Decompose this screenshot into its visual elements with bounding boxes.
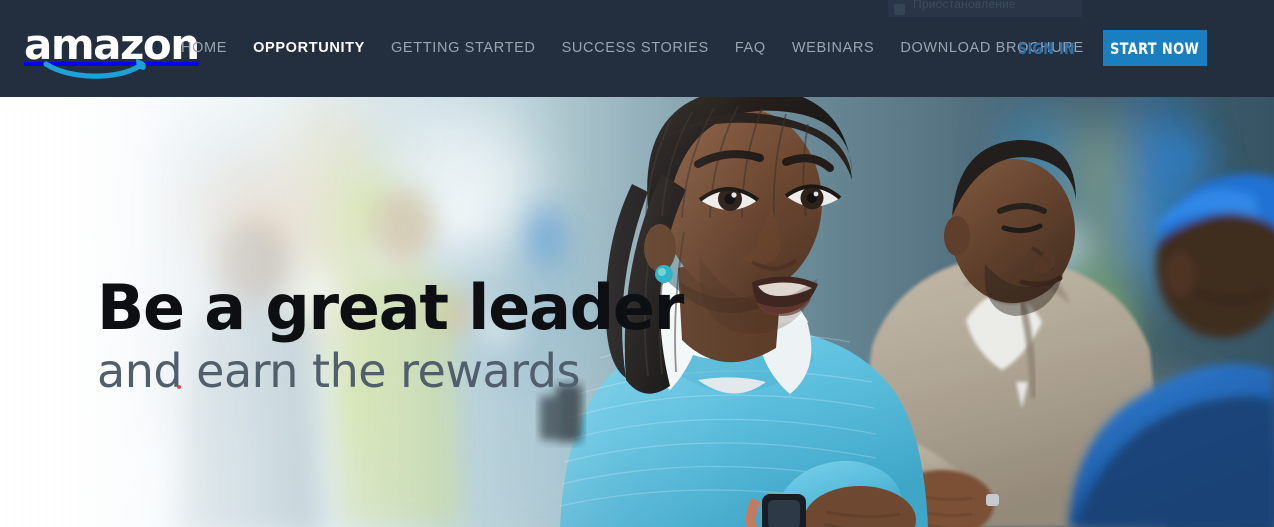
nav-item-getting-started[interactable]: GETTING STARTED (391, 40, 536, 56)
hero-copy: Be a great leader and earn the rewards (97, 271, 717, 399)
page-root: amazon HOME OPPORTUNITY GETTING STARTED … (0, 0, 1274, 527)
start-now-button[interactable]: START NOW (1103, 30, 1207, 66)
sign-in-link[interactable]: SIGN IN (1018, 39, 1075, 58)
amazon-logo[interactable]: amazon (24, 23, 200, 79)
start-now-button-label: START NOW (1110, 38, 1200, 58)
nav-item-success-stories[interactable]: SUCCESS STORIES (562, 40, 709, 56)
nav-actions: SIGN IN START NOW (1018, 30, 1274, 66)
hero-subheadline: and earn the rewards (97, 344, 580, 398)
browser-overlay-text: Приостановление (913, 0, 1016, 11)
nav-item-opportunity[interactable]: OPPORTUNITY (253, 40, 365, 56)
hero-headline: Be a great leader (97, 271, 684, 344)
amazon-smile-icon (43, 59, 146, 79)
nav-inner: amazon HOME OPPORTUNITY GETTING STARTED … (0, 0, 1274, 97)
top-navigation-bar: amazon HOME OPPORTUNITY GETTING STARTED … (0, 0, 1274, 97)
nav-item-faq[interactable]: FAQ (735, 40, 766, 56)
extension-icon[interactable] (894, 4, 905, 15)
browser-overlay-strip: Приостановление (888, 0, 1082, 17)
hero-banner: Be a great leader and earn the rewards (0, 96, 1274, 527)
nav-item-home[interactable]: HOME (181, 40, 227, 56)
nav-item-webinars[interactable]: WEBINARS (792, 40, 875, 56)
main-nav: HOME OPPORTUNITY GETTING STARTED SUCCESS… (181, 38, 1084, 58)
cursor-marker-dot (177, 385, 181, 389)
